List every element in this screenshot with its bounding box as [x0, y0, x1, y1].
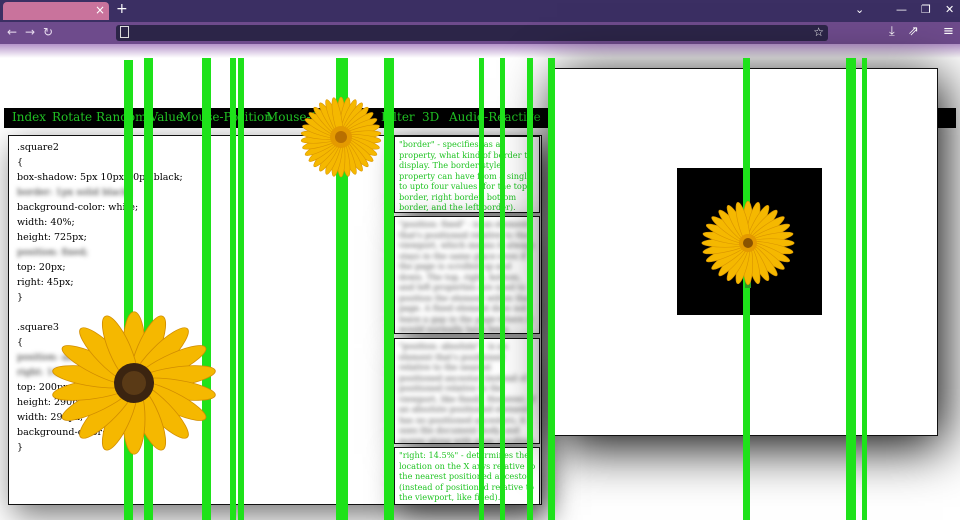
- tab-list-icon[interactable]: ⌄: [855, 3, 864, 16]
- code-line: }: [17, 292, 24, 303]
- info-box-border: "border" - specifies, as a property, wha…: [394, 136, 540, 213]
- new-tab-icon[interactable]: +: [116, 1, 128, 17]
- code-line-blurred: border: 1px solid black;: [17, 187, 132, 198]
- nav-link-index[interactable]: Index: [12, 110, 46, 124]
- code-line: {: [17, 337, 24, 348]
- nav-link-3d[interactable]: 3D: [422, 110, 439, 124]
- page-info-icon[interactable]: [120, 26, 129, 38]
- nav-link-random-value[interactable]: Random-Value: [96, 110, 183, 124]
- code-line-blurred: position: fixed;: [17, 247, 89, 258]
- green-stripe: [479, 58, 484, 520]
- info-text-right: "right: 14.5%" - determines the location…: [399, 450, 536, 502]
- restore-icon[interactable]: ❐: [921, 3, 931, 16]
- green-stripe: [743, 58, 750, 520]
- reload-icon[interactable]: ↻: [43, 25, 53, 39]
- green-stripe: [238, 58, 244, 520]
- browser-tab-bar: × + ⌄ — ❐ ✕: [0, 0, 960, 22]
- info-text-position-fixed: "position: fixed" - is an element that's…: [399, 219, 535, 334]
- info-text-position-absolute: "position: absolute" - is an element tha…: [399, 341, 536, 444]
- code-line: background-color: white;: [17, 202, 139, 213]
- browser-toolbar: ← → ↻ ☆ ⤓ ⇗ ≡: [0, 22, 960, 44]
- back-icon[interactable]: ←: [7, 25, 17, 39]
- green-stripe: [862, 58, 867, 520]
- info-box-position-fixed: "position: fixed" - is an element that's…: [394, 216, 540, 334]
- daisy-flower-top: [300, 96, 382, 178]
- code-line: height: 725px;: [17, 232, 87, 243]
- daisy-flower-square: [701, 200, 795, 288]
- window-close-icon[interactable]: ✕: [945, 3, 954, 16]
- tab-close-icon[interactable]: ×: [95, 3, 105, 17]
- code-line: box-shadow: 5px 10px 50px black;: [17, 172, 183, 183]
- info-text-border: "border" - specifies, as a property, wha…: [399, 139, 533, 212]
- minimize-icon[interactable]: —: [896, 3, 907, 16]
- downloads-icon[interactable]: ⤓: [889, 24, 895, 39]
- info-box-position-absolute: "position: absolute" - is an element tha…: [394, 338, 540, 444]
- browser-tab[interactable]: ×: [3, 2, 109, 20]
- green-stripe: [500, 58, 505, 520]
- green-stripe: [527, 58, 533, 520]
- page-top-gradient: [0, 44, 960, 58]
- sunflower-large: [52, 311, 216, 455]
- code-line: top: 20px;: [17, 262, 66, 273]
- code-line: right: 45px;: [17, 277, 74, 288]
- green-stripe: [548, 58, 555, 520]
- code-line: {: [17, 157, 24, 168]
- code-line: .square2: [17, 142, 59, 153]
- app-menu-icon[interactable]: ≡: [943, 24, 954, 39]
- green-stripe: [846, 58, 856, 520]
- code-line: }: [17, 442, 24, 453]
- extensions-icon[interactable]: ⇗: [908, 24, 919, 39]
- forward-icon[interactable]: →: [25, 25, 35, 39]
- info-box-right: "right: 14.5%" - determines the location…: [394, 447, 540, 505]
- code-line: width: 40%;: [17, 217, 75, 228]
- nav-link-rotate[interactable]: Rotate: [52, 110, 92, 124]
- bookmark-star-icon[interactable]: ☆: [813, 25, 824, 39]
- address-bar[interactable]: ☆: [116, 25, 828, 41]
- nav-link-mouse-position[interactable]: Mouse-Position: [179, 110, 272, 124]
